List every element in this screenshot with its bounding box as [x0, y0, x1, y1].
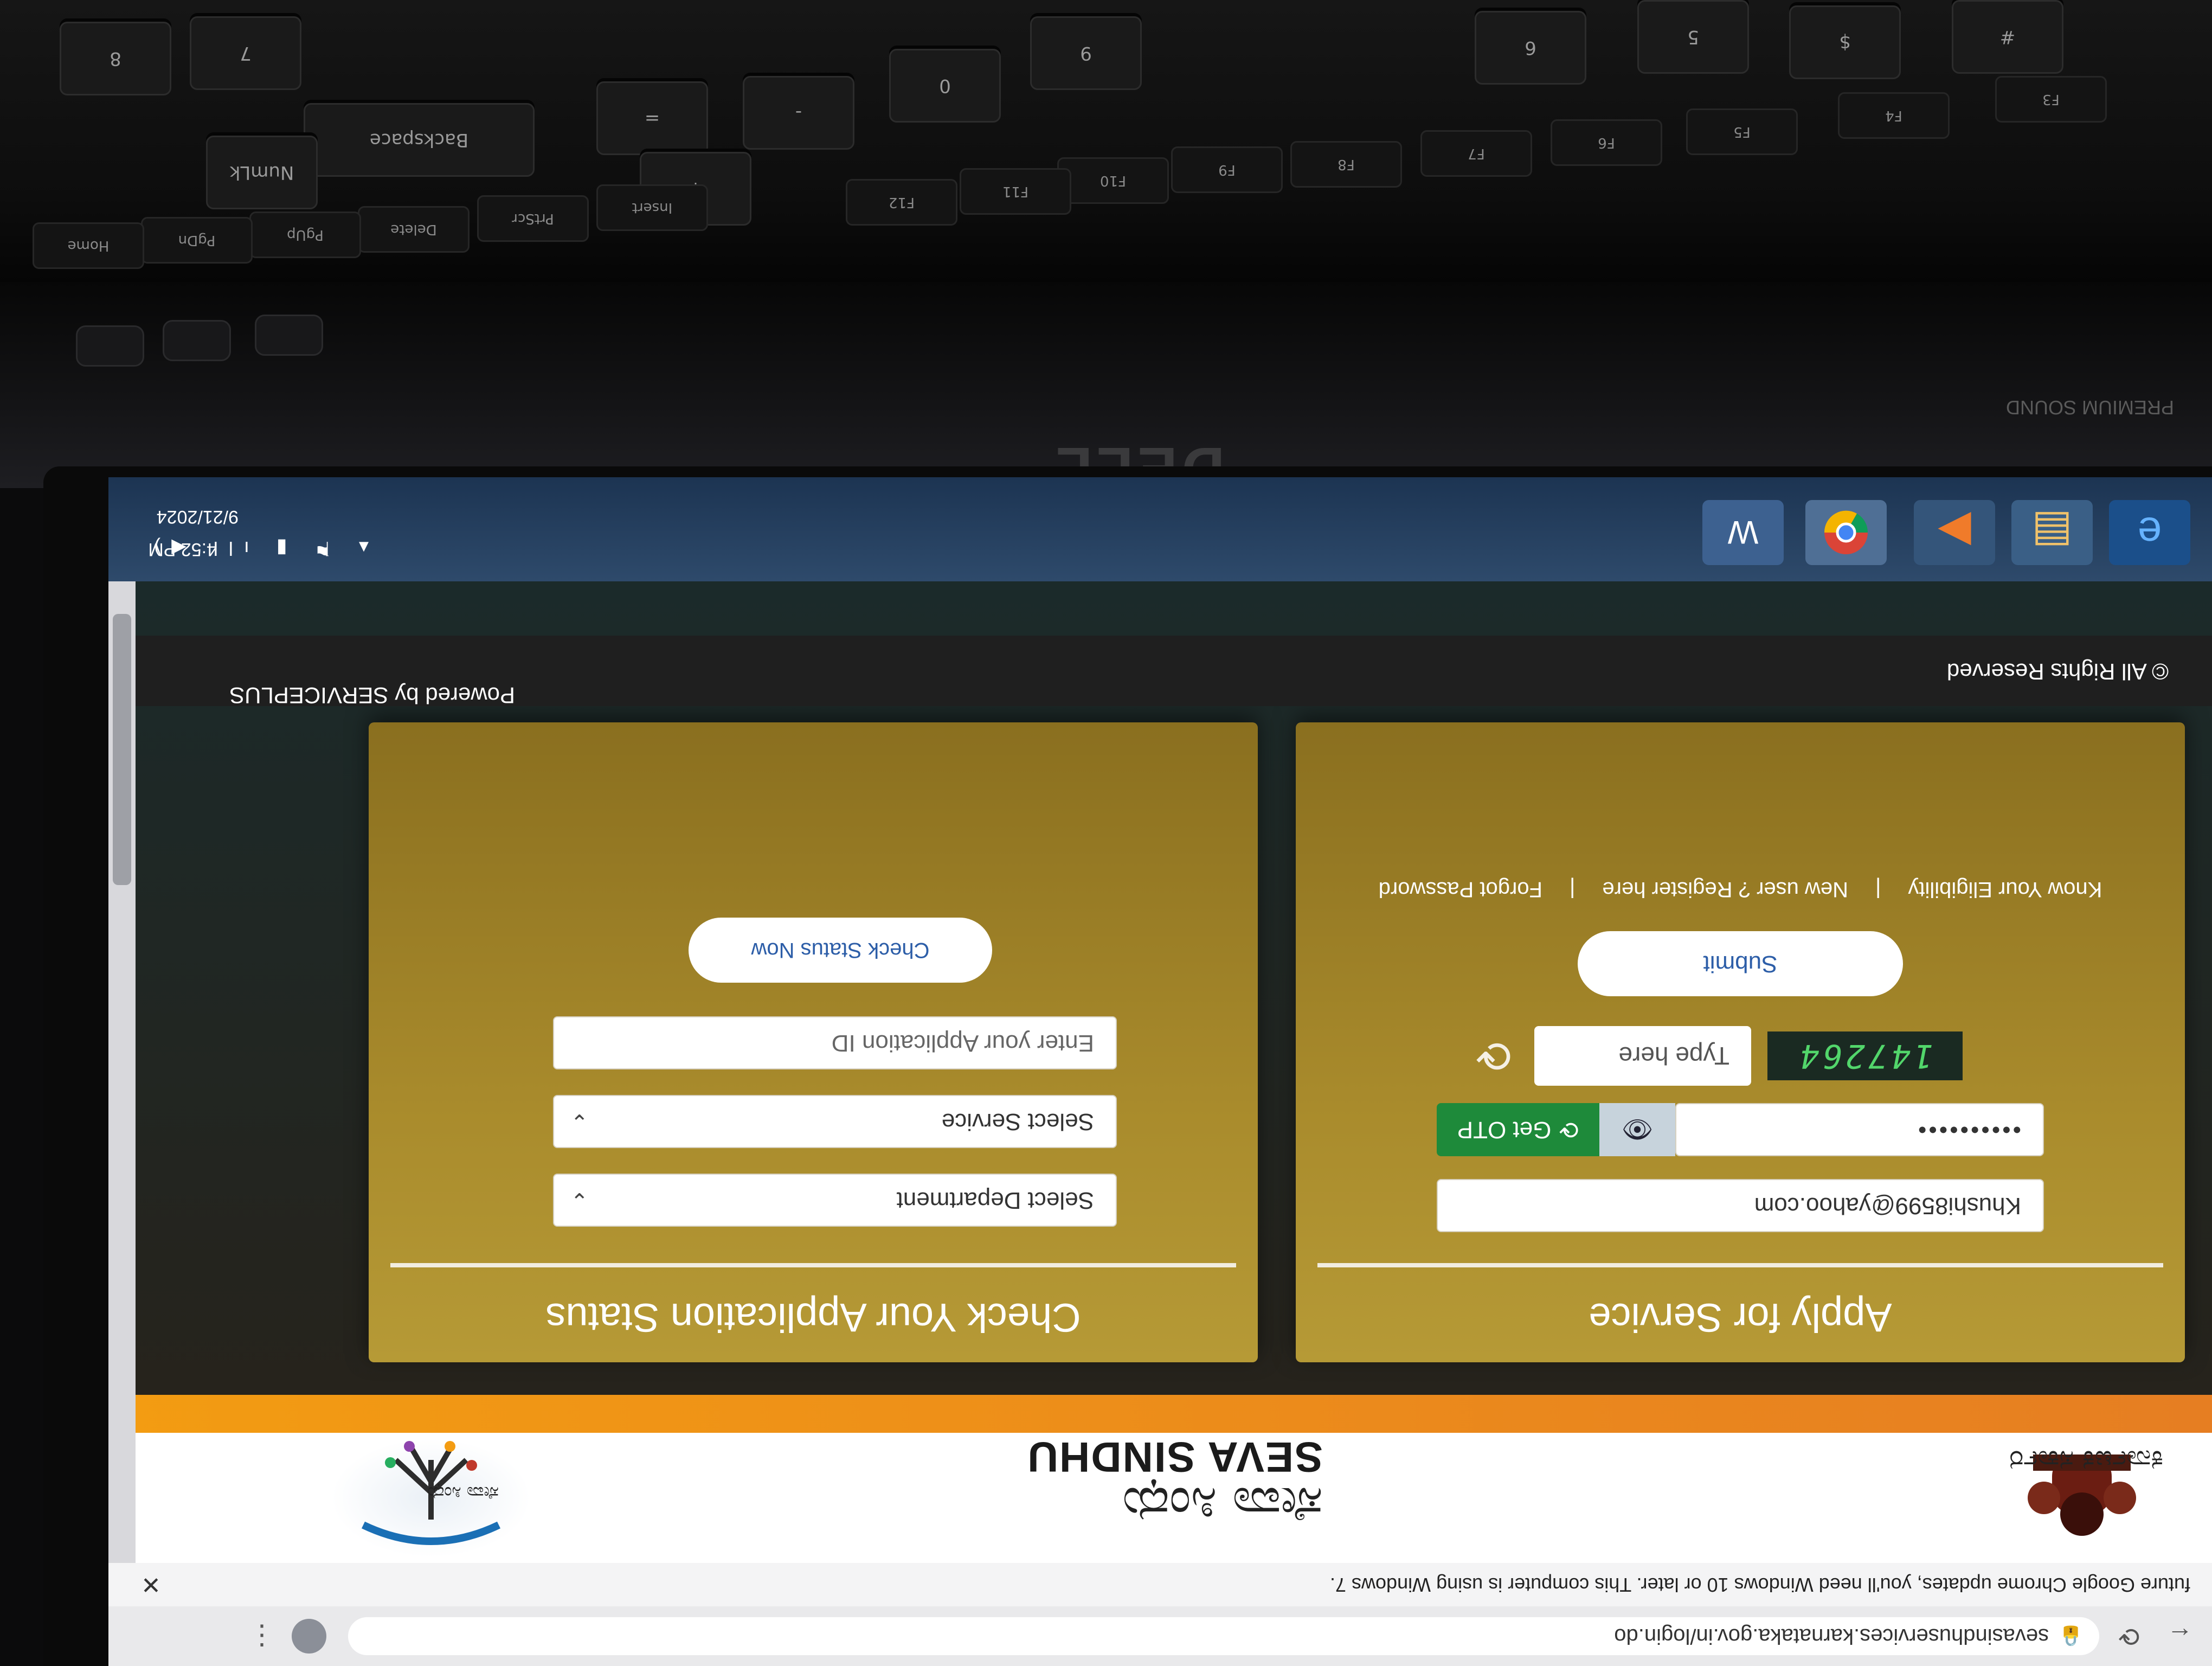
service-select[interactable]: Select Service ⌄ [553, 1095, 1117, 1148]
register-link[interactable]: New user ? Register here [1602, 877, 1848, 901]
key-pgdn: PgDn [141, 217, 253, 264]
apply-for-service-card: Apply for Service Khushi8599@yahoo.com •… [1296, 722, 2185, 1362]
key-7: 7 [190, 16, 301, 90]
seva-sindhu-logo: ಸೇವಾ ಸಿಂಧು [331, 1438, 531, 1558]
site-header: ಸೇವಾ ಸಿಂಧು SEVA SINDHU ಸೇವಾ ಸಿಂಧು ಕರ್ನಾಟ… [108, 1433, 2212, 1563]
captcha-image: 147264 [1767, 1031, 1963, 1080]
page-scrollbar[interactable] [108, 581, 136, 1563]
application-status-card: Check Your Application Status Select Dep… [369, 722, 1258, 1362]
service-placeholder: Select Service [941, 1108, 1094, 1135]
eject-button [255, 315, 323, 356]
chevron-down-icon: ⌄ [570, 1110, 589, 1133]
key-0: 0 [889, 49, 1001, 123]
key-numlk: NumLk [206, 136, 318, 209]
key-dollar: $ [1789, 5, 1901, 79]
mute-button [76, 325, 144, 367]
brand-kannada: ಸೇವಾ ಸಿಂಧು [1122, 1476, 1323, 1533]
logo-caption: ಸೇವಾ ಸಿಂಧು [427, 1483, 499, 1503]
info-message: future Google Chrome updates, you'll nee… [1329, 1574, 2190, 1596]
address-bar[interactable]: 🔒 sevasindhuservices.karnataka.gov.in/lo… [348, 1617, 2099, 1655]
windows-taskbar: e ▤ ▶ W ▴ ⚑ ▮ ıll ◀) 4:52 PM 9/21/2024 [108, 477, 2212, 581]
reload-icon[interactable]: ⟳ [2110, 1617, 2148, 1655]
department-placeholder: Select Department [896, 1187, 1094, 1214]
key-equals: = [596, 81, 708, 155]
department-select[interactable]: Select Department ⌄ [553, 1174, 1117, 1227]
chevron-down-icon: ⌄ [570, 1188, 589, 1212]
key-f12: F12 [846, 179, 957, 226]
key-prtscr: PrtScr [477, 195, 589, 242]
main-content: Apply for Service Khushi8599@yahoo.com •… [108, 581, 2212, 1395]
captcha-input[interactable]: Type here [1534, 1026, 1751, 1086]
link-separator: | [1570, 877, 1576, 901]
clock-time: 4:52 PM [148, 539, 217, 560]
key-f5: F5 [1686, 108, 1798, 155]
emblem-caption: ಕರ್ನಾಟಕ ಸರ್ಕಾರ [2009, 1445, 2163, 1476]
key-f7: F7 [1420, 130, 1532, 177]
profile-avatar[interactable] [292, 1619, 326, 1654]
email-field[interactable]: Khushi8599@yahoo.com [1437, 1179, 2044, 1232]
update-info-bar: future Google Chrome updates, you'll nee… [108, 1562, 2212, 1606]
key-8: 8 [60, 22, 171, 95]
key-f11: F11 [960, 168, 1071, 215]
key-f8: F8 [1290, 141, 1402, 188]
key-home: Home [33, 222, 144, 269]
key-hash: # [1952, 0, 2063, 74]
title-divider [1317, 1263, 2163, 1267]
clock-date: 9/21/2024 [156, 507, 239, 527]
chrome-icon[interactable] [1805, 500, 1887, 565]
close-icon[interactable]: ✕ [141, 1571, 161, 1599]
link-separator: | [1875, 877, 1881, 901]
key-6: 6 [1475, 11, 1586, 85]
forgot-password-link[interactable]: Forgot Password [1379, 877, 1542, 901]
brand-english: SEVA SINDHU [1026, 1433, 1323, 1481]
scrollbar-thumb[interactable] [113, 614, 131, 885]
captcha-refresh-icon[interactable]: ⟳ [1469, 1031, 1518, 1080]
accent-bar [108, 1395, 2212, 1433]
ie-icon[interactable]: e [2109, 500, 2190, 565]
apply-card-title: Apply for Service [1589, 1295, 1892, 1340]
account-links: Know Your Eligibility | New user ? Regis… [1296, 877, 2185, 901]
title-divider [390, 1263, 1236, 1267]
rights-text: © All Rights Reserved [1946, 659, 2169, 684]
get-otp-button[interactable]: ⟳ Get OTP [1437, 1103, 1599, 1156]
submit-button[interactable]: Submit [1578, 931, 1903, 996]
refresh-otp-icon: ⟳ [1559, 1116, 1579, 1143]
menu-dots-icon[interactable]: ⋮ [248, 1620, 275, 1652]
url-text: sevasindhuservices.karnataka.gov.in/logi… [1614, 1624, 2049, 1649]
site-footer: © All Rights Reserved Powered by SERVICE… [108, 636, 2212, 708]
key-f10: F10 [1057, 157, 1169, 204]
key-insert: Insert [596, 184, 708, 231]
know-eligibility-link[interactable]: Know Your Eligibility [1908, 877, 2102, 901]
key-f6: F6 [1551, 119, 1662, 166]
powered-by-text: Powered by SERVICEPLUS [229, 683, 515, 708]
key-5: 5 [1637, 0, 1749, 74]
check-status-button[interactable]: Check Status Now [689, 918, 992, 983]
laptop-keyboard: 8 7 9 0 6 5 $ # Backspace = - + NumLk In… [0, 0, 2212, 282]
key-delete: Delete [358, 206, 470, 253]
eye-icon[interactable]: 👁 [1599, 1103, 1675, 1156]
lock-icon: 🔒 [2059, 1625, 2083, 1648]
laptop-screen: ← ⟳ 🔒 sevasindhuservices.karnataka.gov.i… [108, 477, 2212, 1666]
premium-sound-label: PREMIUM SOUND [2006, 396, 2175, 419]
system-tray: ▴ ⚑ ▮ ıll ◀) 4:52 PM 9/21/2024 [125, 489, 369, 565]
media-player-icon[interactable]: ▶ [1914, 500, 1995, 565]
file-explorer-icon[interactable]: ▤ [2011, 500, 2093, 565]
application-id-input[interactable]: Enter your Application ID [553, 1016, 1117, 1069]
key-9: 9 [1030, 16, 1142, 90]
status-card-title: Check Your Application Status [545, 1295, 1081, 1340]
key-backspace: Backspace [304, 103, 535, 177]
password-field[interactable]: •••••••••• [1675, 1103, 2044, 1156]
back-arrow-icon[interactable]: ← [2161, 1617, 2199, 1655]
get-otp-label: Get OTP [1457, 1117, 1552, 1143]
wireless-button [163, 320, 231, 361]
key-f4: F4 [1838, 92, 1950, 139]
word-icon[interactable]: W [1702, 500, 1784, 565]
key-pgup: PgUp [249, 212, 361, 258]
key-f9: F9 [1171, 146, 1283, 193]
key-f3: F3 [1995, 76, 2107, 123]
photo-stage: 8 7 9 0 6 5 $ # Backspace = - + NumLk In… [0, 0, 2212, 1666]
browser-toolbar: ← ⟳ 🔒 sevasindhuservices.karnataka.gov.i… [108, 1605, 2212, 1666]
key-minus: - [743, 76, 854, 150]
